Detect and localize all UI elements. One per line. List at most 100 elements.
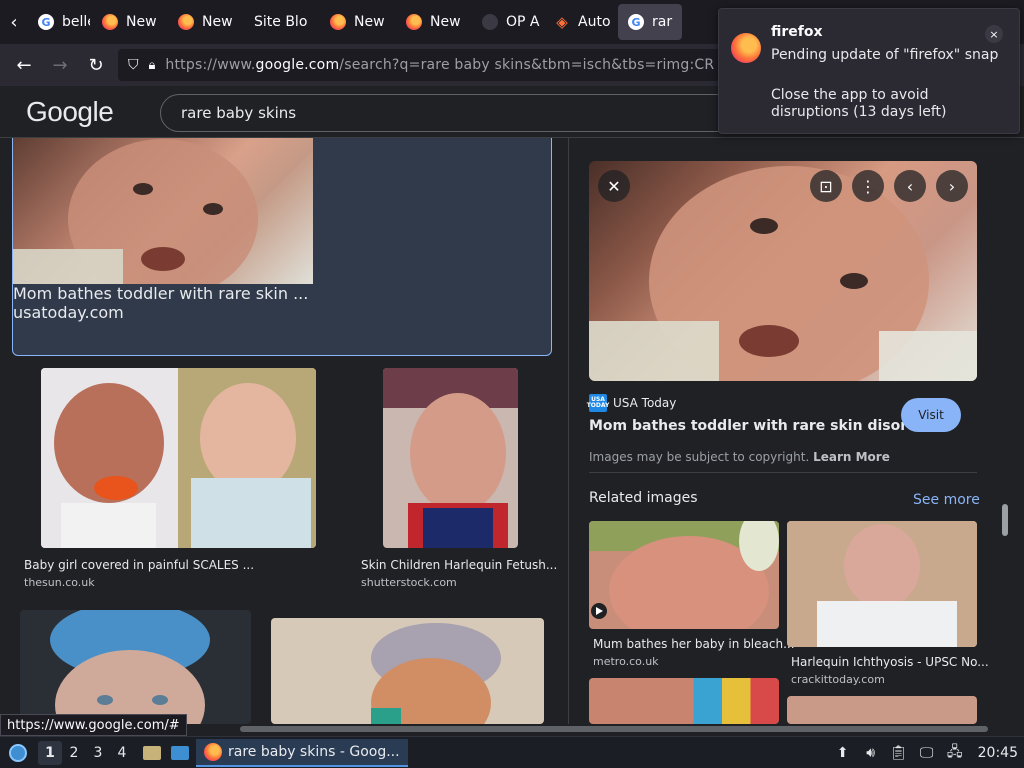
reload-icon: ↻ [88, 54, 104, 76]
reload-button[interactable]: ↻ [78, 47, 114, 83]
more-options-button[interactable]: ⋮ [852, 170, 884, 202]
display-icon[interactable]: 🖵 [918, 744, 936, 762]
vertical-scrollbar[interactable] [1000, 140, 1010, 724]
window-title: rare baby skins - Goog... [228, 743, 400, 760]
search-input[interactable] [181, 104, 779, 122]
related-site[interactable]: metro.co.uk [593, 655, 659, 668]
related-image-card[interactable] [787, 696, 977, 724]
workspace-2[interactable]: 2 [62, 741, 86, 765]
update-notification[interactable]: firefox Pending update of "firefox" snap… [718, 8, 1020, 134]
tab-1[interactable]: New [92, 4, 166, 40]
next-image-button[interactable]: › [936, 170, 968, 202]
preview-title[interactable]: Mom bathes toddler with rare skin disord… [589, 418, 943, 434]
tab-scroll-left-button[interactable]: ‹ [0, 0, 28, 44]
volume-icon[interactable]: 🔊︎ [862, 744, 880, 762]
related-title[interactable]: Harlequin Ichthyosis - UPSC No... [791, 655, 989, 669]
related-image-card[interactable]: Harlequin Ichthyosis - UPSC No... cracki… [787, 521, 989, 691]
result-title[interactable]: Mom bathes toddler with rare skin ... [13, 284, 551, 303]
tab-4[interactable]: New [320, 4, 394, 40]
result-card[interactable]: Baby girl covered in painful SCALES ... … [0, 368, 340, 598]
related-site[interactable]: crackittoday.com [791, 673, 885, 686]
lock-icon[interactable]: 🔒︎ [149, 58, 156, 73]
result-image[interactable] [13, 138, 313, 299]
workspace-3[interactable]: 3 [86, 741, 110, 765]
result-card-selected[interactable]: Mom bathes toddler with rare skin ... us… [12, 138, 552, 356]
clipboard-icon[interactable]: 📋︎ [890, 744, 908, 762]
result-site[interactable]: thesun.co.uk [24, 576, 95, 589]
related-image[interactable] [589, 521, 779, 629]
close-preview-button[interactable]: ✕ [598, 170, 630, 202]
taskbar-firefox-window[interactable]: rare baby skins - Goog... [196, 738, 408, 767]
horizontal-scrollbar[interactable] [240, 726, 988, 732]
tab-6[interactable]: OP A [472, 4, 542, 40]
taskbar: 1 2 3 4 rare baby skins - Goog... ⬆ 🔊︎ 📋… [0, 736, 1024, 768]
baby-photo-graphic [41, 368, 316, 548]
tab-3[interactable]: Site Blo [244, 4, 318, 40]
tab-8-active[interactable]: G rar [618, 4, 682, 40]
result-title[interactable]: Skin Children Harlequin Fetush... [361, 558, 557, 572]
related-image[interactable] [589, 678, 779, 724]
source-row[interactable]: USA TODAY USA Today [587, 394, 676, 412]
lens-search-button[interactable]: ⊡ [810, 170, 842, 202]
workspace-1[interactable]: 1 [38, 740, 62, 765]
firefox-icon [731, 33, 761, 63]
diamond-icon: ◈ [556, 13, 568, 31]
firefox-icon [330, 14, 346, 30]
network-icon[interactable]: 🖧 [946, 744, 964, 762]
desktop-icon[interactable] [170, 744, 190, 762]
start-menu-button[interactable] [4, 739, 32, 767]
tab-2[interactable]: New [168, 4, 242, 40]
firefox-icon [406, 14, 422, 30]
chevron-left-icon: ‹ [10, 11, 18, 33]
close-notification-button[interactable]: × [985, 25, 1003, 43]
visit-button[interactable]: Visit [901, 398, 961, 432]
result-image[interactable] [20, 610, 251, 724]
tab-7[interactable]: ◈ Auto [544, 4, 616, 40]
result-card[interactable] [0, 610, 260, 724]
google-logo[interactable]: Google [26, 96, 114, 128]
file-manager-icon[interactable] [142, 744, 162, 762]
updates-icon[interactable]: ⬆ [834, 744, 852, 762]
newborn-graphic [371, 623, 501, 724]
tab-label: New [354, 14, 385, 30]
url-bar[interactable]: ⛉ 🔒︎ https://www.google.com/search?q=rar… [118, 49, 738, 81]
related-image[interactable] [787, 696, 977, 724]
result-site[interactable]: usatoday.com [13, 303, 551, 322]
source-name[interactable]: USA Today [613, 396, 676, 410]
shield-icon[interactable]: ⛉ [128, 57, 139, 73]
related-title[interactable]: Mum bathes her baby in bleach... [593, 637, 795, 651]
back-button[interactable]: ← [6, 47, 42, 83]
tab-label: belle [62, 14, 90, 30]
tab-label: New [202, 14, 233, 30]
previous-image-button[interactable]: ‹ [894, 170, 926, 202]
result-image[interactable] [271, 618, 544, 724]
url-text[interactable]: https://www.google.com/search?q=rare bab… [165, 57, 714, 73]
workspace-4[interactable]: 4 [110, 741, 134, 765]
tab-label: New [126, 14, 157, 30]
clock[interactable]: 20:45 [978, 745, 1018, 761]
result-title[interactable]: Baby girl covered in painful SCALES ... [24, 558, 254, 572]
scrollbar-thumb[interactable] [1002, 504, 1008, 536]
preview-image[interactable]: ✕ ⊡ ⋮ ‹ › [589, 161, 977, 381]
system-tray: ⬆ 🔊︎ 📋︎ 🖵 🖧 20:45 [834, 737, 1024, 768]
related-image[interactable] [787, 521, 977, 647]
learn-more-link[interactable]: Learn More [813, 450, 890, 464]
result-image[interactable] [41, 368, 316, 548]
result-site[interactable]: shutterstock.com [361, 576, 457, 589]
result-card[interactable] [268, 618, 548, 724]
chevron-left-icon: ‹ [906, 176, 914, 196]
related-image-card[interactable]: Mum bathes her baby in bleach... metro.c… [589, 521, 795, 671]
result-image[interactable] [383, 368, 518, 548]
see-more-link[interactable]: See more [913, 492, 980, 508]
image-results-grid: Mom bathes toddler with rare skin ... us… [0, 138, 568, 724]
related-image-card[interactable] [589, 678, 779, 724]
search-box[interactable] [160, 94, 780, 132]
tab-0[interactable]: G belle [28, 4, 90, 40]
arrow-right-icon: → [52, 54, 68, 76]
tab-5[interactable]: New [396, 4, 470, 40]
notification-detail: Close the app to avoid disruptions (13 d… [771, 87, 947, 120]
forward-button[interactable]: → [42, 47, 78, 83]
lens-icon: ⊡ [819, 176, 833, 196]
result-card[interactable]: Skin Children Harlequin Fetush... shutte… [340, 368, 568, 598]
tab-label: rar [652, 14, 673, 30]
